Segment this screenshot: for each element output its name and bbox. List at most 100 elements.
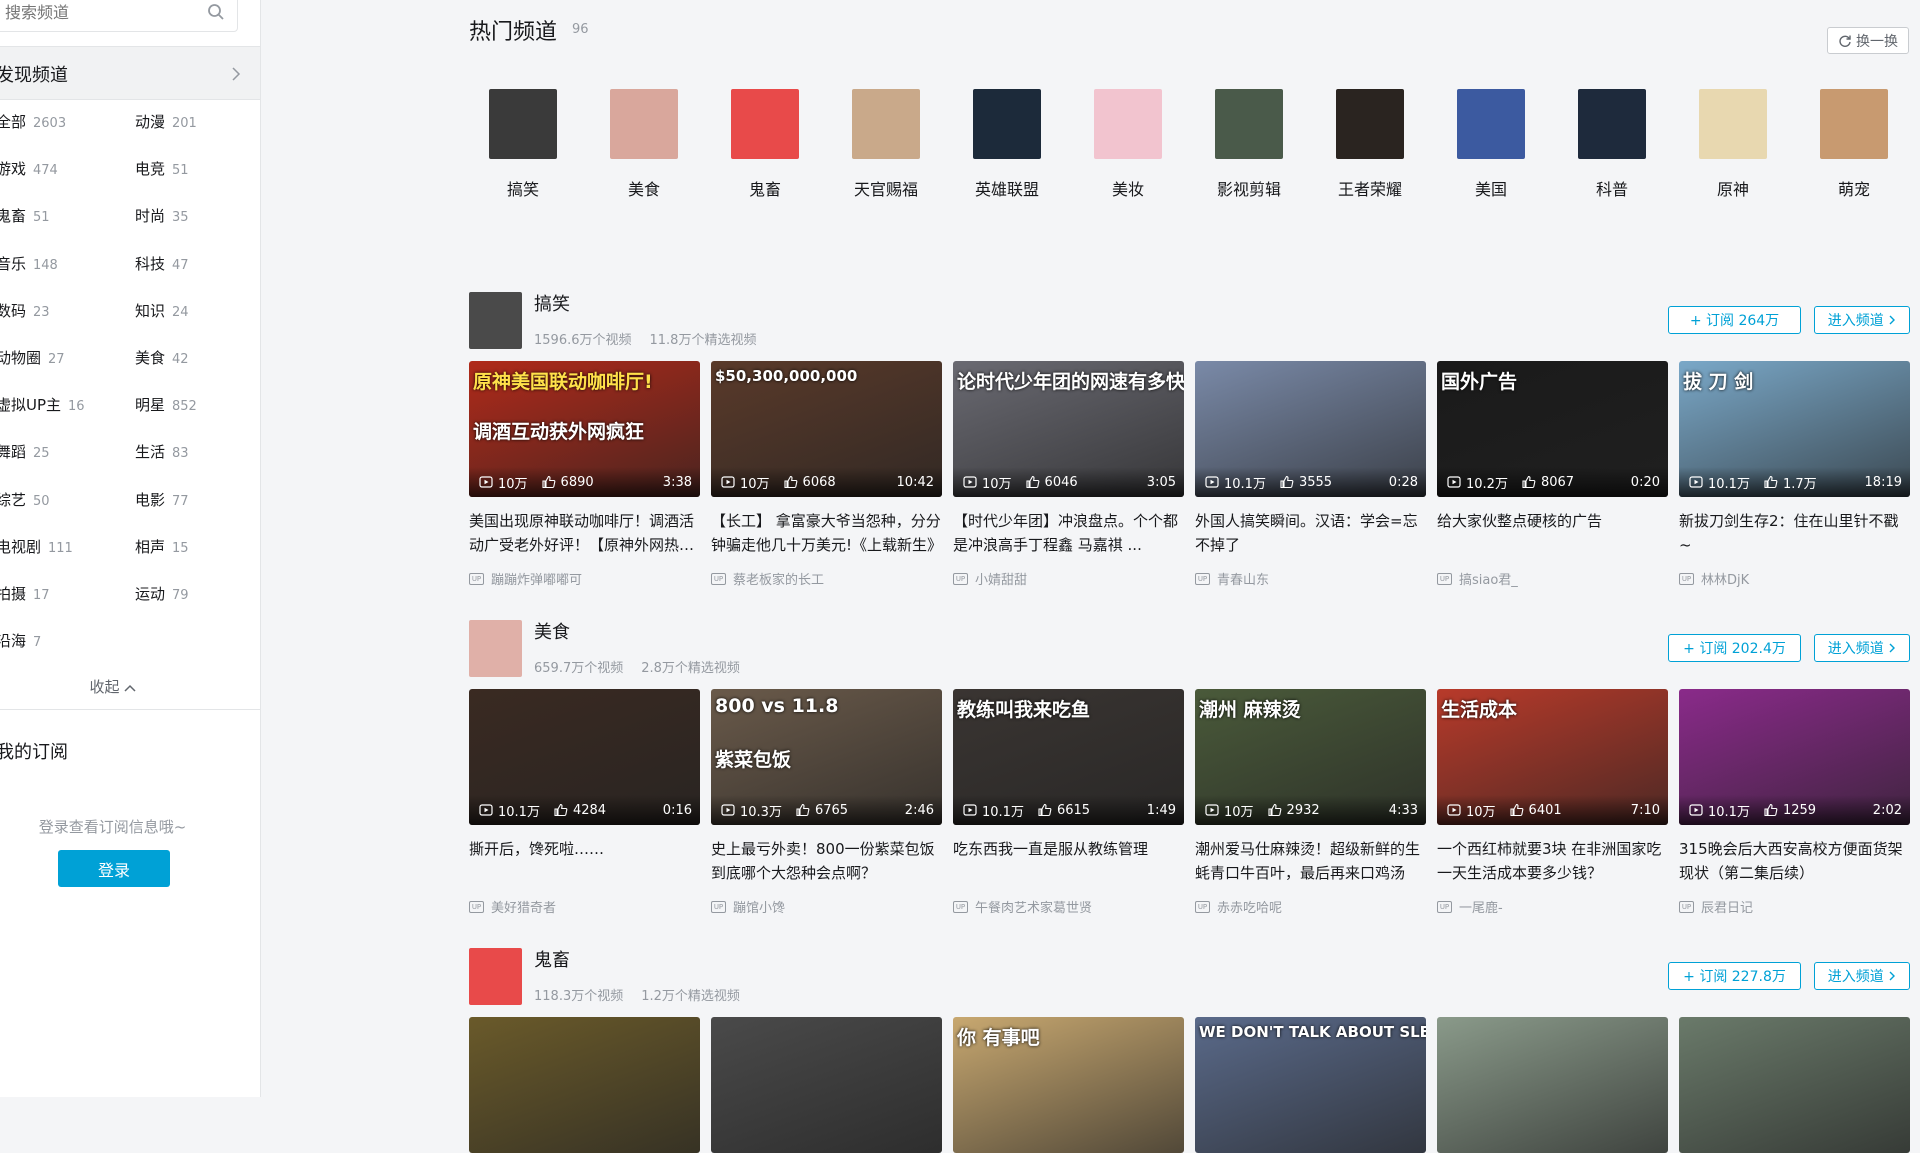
video-card[interactable]: 10.1万 1259 2:02 315晚会后大西安高校方便面货架现状（第二集后续） UP… <box>1679 689 1910 916</box>
category-item[interactable]: 电视剧 111 <box>0 536 73 557</box>
video-thumbnail[interactable] <box>711 1017 942 1153</box>
video-thumbnail[interactable]: 原神美国联动咖啡厅! 调酒互动获外网疯狂 10万 6890 3:38 <box>469 361 700 497</box>
video-card[interactable]: $50,300,000,000 10万 6068 10:42 【长工】 拿富豪大爷当怨种… <box>711 361 942 588</box>
video-thumbnail[interactable]: 国外广告 10.2万 8067 0:20 <box>1437 361 1668 497</box>
section-channel-avatar[interactable] <box>469 620 522 677</box>
category-item[interactable]: 全部 2603 <box>0 111 66 132</box>
hot-channel-item[interactable]: 英雄联盟 <box>957 89 1057 200</box>
category-item[interactable]: 电竞 51 <box>135 158 189 179</box>
login-button[interactable]: 登录 <box>58 850 170 887</box>
video-card[interactable] <box>711 1017 942 1153</box>
section-channel-avatar[interactable] <box>469 948 522 1005</box>
category-item[interactable]: 拍摄 17 <box>0 583 50 604</box>
video-uploader[interactable]: UP 午餐肉艺术家葛世贤 <box>953 897 1184 916</box>
category-item[interactable]: 生活 83 <box>135 441 189 462</box>
video-uploader[interactable]: UP 小婧甜甜 <box>953 569 1184 588</box>
video-thumbnail[interactable] <box>469 1017 700 1153</box>
video-card[interactable]: 10.1万 4284 0:16 撕开后，馋死啦…… UP 美好猎奇者 <box>469 689 700 916</box>
category-item[interactable]: 鬼畜 51 <box>0 205 50 226</box>
video-card[interactable] <box>1437 1017 1668 1153</box>
video-title[interactable]: 给大家伙整点硬核的广告 <box>1437 509 1668 557</box>
enter-channel-button[interactable]: 进入频道 <box>1814 962 1910 990</box>
video-uploader[interactable]: UP 美好猎奇者 <box>469 897 700 916</box>
video-thumbnail[interactable] <box>1679 1017 1910 1153</box>
video-uploader[interactable]: UP 一尾鹿- <box>1437 897 1668 916</box>
refresh-button[interactable]: 换一换 <box>1827 27 1909 54</box>
hot-channel-item[interactable]: 搞笑 <box>473 89 573 200</box>
video-card[interactable]: 拔 刀 剑 10.1万 1.7万 18:19 新拔刀剑生存2：住在山里针不戳~ UP 林林D… <box>1679 361 1910 588</box>
video-card[interactable]: 原神美国联动咖啡厅! 调酒互动获外网疯狂 10万 6890 3:38 美国出现原神联动咖啡… <box>469 361 700 588</box>
hot-channel-item[interactable]: 原神 <box>1683 89 1783 200</box>
category-item[interactable]: 音乐 148 <box>0 253 58 274</box>
enter-channel-button[interactable]: 进入频道 <box>1814 634 1910 662</box>
video-title[interactable]: 撕开后，馋死啦…… <box>469 837 700 885</box>
category-item[interactable]: 知识 24 <box>135 300 189 321</box>
hot-channel-item[interactable]: 天官赐福 <box>836 89 936 200</box>
video-card[interactable] <box>469 1017 700 1153</box>
video-title[interactable]: 潮州爱马仕麻辣烫！超级新鲜的生蚝青口牛百叶，最后再来口鸡汤 <box>1195 837 1426 885</box>
video-title[interactable]: 【长工】 拿富豪大爷当怨种，分分钟骗走他几十万美元!《上载新生》 <box>711 509 942 557</box>
category-item[interactable]: 游戏 474 <box>0 158 58 179</box>
video-uploader[interactable]: UP 蔡老板家的长工 <box>711 569 942 588</box>
video-title[interactable]: 美国出现原神联动咖啡厅！调酒活动广受老外好评！【原神外网热议】 <box>469 509 700 557</box>
hot-channel-item[interactable]: 美食 <box>594 89 694 200</box>
section-channel-name[interactable]: 搞笑 <box>534 290 570 316</box>
category-item[interactable]: 动漫 201 <box>135 111 197 132</box>
collapse-button[interactable]: 收起 <box>0 676 225 697</box>
hot-channel-item[interactable]: 科普 <box>1562 89 1662 200</box>
video-thumbnail[interactable]: 潮州 麻辣烫 10万 2932 4:33 <box>1195 689 1426 825</box>
subscribe-button[interactable]: + 订阅 264万 <box>1668 306 1801 334</box>
video-uploader[interactable]: UP 林林DjK <box>1679 569 1910 588</box>
subscribe-button[interactable]: + 订阅 227.8万 <box>1668 962 1801 990</box>
video-thumbnail[interactable]: $50,300,000,000 10万 6068 10:42 <box>711 361 942 497</box>
video-title[interactable]: 一个西红柿就要3块 在非洲国家吃一天生活成本要多少钱？ <box>1437 837 1668 885</box>
video-uploader[interactable]: UP 蹦馆小馋 <box>711 897 942 916</box>
video-uploader[interactable]: UP 搞siao君_ <box>1437 569 1668 588</box>
category-item[interactable]: 科技 47 <box>135 253 189 274</box>
category-item[interactable]: 美食 42 <box>135 347 189 368</box>
section-channel-name[interactable]: 鬼畜 <box>534 946 570 972</box>
video-title[interactable]: 315晚会后大西安高校方便面货架现状（第二集后续） <box>1679 837 1910 885</box>
category-item[interactable]: 运动 79 <box>135 583 189 604</box>
discover-channels-item[interactable]: 发现频道 <box>0 46 260 100</box>
video-thumbnail[interactable]: 教练叫我来吃鱼 10.1万 6615 1:49 <box>953 689 1184 825</box>
video-thumbnail[interactable]: 你 有事吧 <box>953 1017 1184 1153</box>
category-item[interactable]: 虚拟UP主 16 <box>0 394 85 415</box>
video-thumbnail[interactable]: 800 vs 11.8 紫菜包饭 10.3万 6765 2:46 <box>711 689 942 825</box>
search-icon[interactable] <box>207 3 225 21</box>
hot-channel-item[interactable]: 萌宠 <box>1804 89 1904 200</box>
video-title[interactable]: 吃东西我一直是服从教练管理 <box>953 837 1184 885</box>
video-thumbnail[interactable]: 生活成本 10万 6401 7:10 <box>1437 689 1668 825</box>
hot-channel-item[interactable]: 美国 <box>1441 89 1541 200</box>
video-card[interactable]: 10.1万 3555 0:28 外国人搞笑瞬间。汉语：学会=忘不掉了 UP 青春山东 <box>1195 361 1426 588</box>
hot-channel-item[interactable]: 鬼畜 <box>715 89 815 200</box>
category-item[interactable]: 电影 77 <box>135 489 189 510</box>
video-thumbnail[interactable]: 10.1万 4284 0:16 <box>469 689 700 825</box>
category-item[interactable]: 时尚 35 <box>135 205 189 226</box>
video-card[interactable]: 论时代少年团的网速有多快 10万 6046 3:05 【时代少年团】冲浪盘点。个个都是冲… <box>953 361 1184 588</box>
video-title[interactable]: 史上最亏外卖！800一份紫菜包饭到底哪个大怨种会点啊？ <box>711 837 942 885</box>
video-uploader[interactable]: UP 蹦蹦炸弹嘟嘟可 <box>469 569 700 588</box>
category-item[interactable]: 相声 15 <box>135 536 189 557</box>
video-card[interactable]: 生活成本 10万 6401 7:10 一个西红柿就要3块 在非洲国家吃一天生活成本要多少… <box>1437 689 1668 916</box>
category-item[interactable]: 综艺 50 <box>0 489 50 510</box>
category-item[interactable]: 明星 852 <box>135 394 197 415</box>
video-card[interactable]: 800 vs 11.8 紫菜包饭 10.3万 6765 2:46 史上最亏外卖！800一份… <box>711 689 942 916</box>
video-thumbnail[interactable]: 10.1万 1259 2:02 <box>1679 689 1910 825</box>
category-item[interactable]: 数码 23 <box>0 300 50 321</box>
subscribe-button[interactable]: + 订阅 202.4万 <box>1668 634 1801 662</box>
video-thumbnail[interactable]: WE DON'T TALK ABOUT SLEEPY JOE <box>1195 1017 1426 1153</box>
video-thumbnail[interactable]: 论时代少年团的网速有多快 10万 6046 3:05 <box>953 361 1184 497</box>
video-card[interactable]: WE DON'T TALK ABOUT SLEEPY JOE <box>1195 1017 1426 1153</box>
hot-channel-item[interactable]: 美妆 <box>1078 89 1178 200</box>
category-item[interactable]: 舞蹈 25 <box>0 441 50 462</box>
section-channel-avatar[interactable] <box>469 292 522 349</box>
video-title[interactable]: 【时代少年团】冲浪盘点。个个都是冲浪高手丁程鑫 马嘉祺 ... <box>953 509 1184 557</box>
video-card[interactable] <box>1679 1017 1910 1153</box>
channel-search-input[interactable] <box>5 0 195 25</box>
video-uploader[interactable]: UP 青春山东 <box>1195 569 1426 588</box>
enter-channel-button[interactable]: 进入频道 <box>1814 306 1910 334</box>
hot-channel-item[interactable]: 影视剪辑 <box>1199 89 1299 200</box>
video-card[interactable]: 潮州 麻辣烫 10万 2932 4:33 潮州爱马仕麻辣烫！超级新鲜的生蚝青口牛百叶，最… <box>1195 689 1426 916</box>
video-card[interactable]: 国外广告 10.2万 8067 0:20 给大家伙整点硬核的广告 UP 搞siao君_ <box>1437 361 1668 588</box>
